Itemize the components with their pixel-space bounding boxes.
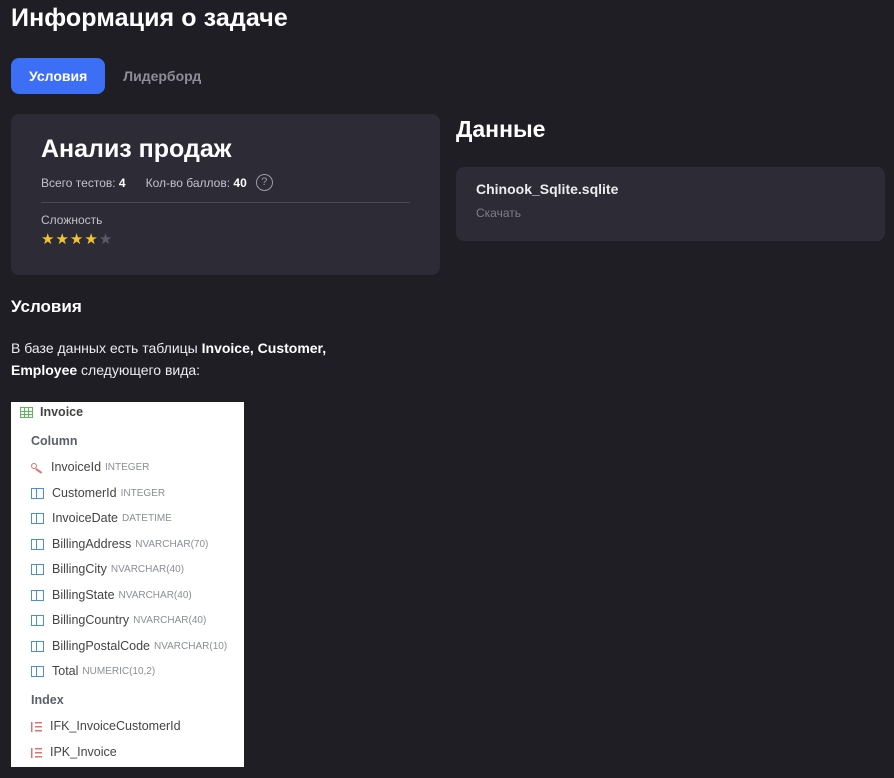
schema-table-name: Invoice xyxy=(40,405,84,419)
tests-label: Всего тестов: xyxy=(41,175,116,190)
schema-column-name: CustomerId xyxy=(52,486,117,500)
schema-column-name: BillingPostalCode xyxy=(52,639,150,653)
column-icon xyxy=(31,563,44,575)
schema-column-section: Column xyxy=(31,434,78,448)
page-title: Информация о задаче xyxy=(11,4,288,32)
schema-column-type: NVARCHAR(40) xyxy=(133,614,207,626)
difficulty-rating: ★★★★★ xyxy=(41,231,410,249)
column-icon xyxy=(31,512,44,524)
schema-column-type: NVARCHAR(40) xyxy=(118,589,192,601)
star-filled-icon: ★ xyxy=(84,231,99,248)
tab-leaderboard[interactable]: Лидерборд xyxy=(105,58,219,94)
column-icon xyxy=(31,487,44,499)
conditions-tables-2: Employee xyxy=(11,362,78,378)
schema-column-type: INTEGER xyxy=(105,461,150,473)
task-stats: Всего тестов: 4 Кол-во баллов: 40 ? xyxy=(41,174,410,191)
conditions-text: В базе данных есть таблицы Invoice, Cust… xyxy=(11,337,351,381)
index-icon xyxy=(31,746,42,758)
schema-index-row: IPK_Invoice xyxy=(31,745,117,759)
column-icon xyxy=(31,614,44,626)
help-icon[interactable]: ? xyxy=(255,174,273,191)
schema-column-type: INTEGER xyxy=(120,487,166,499)
schema-column-type: NVARCHAR(40) xyxy=(110,563,185,575)
schema-column-row: InvoiceId INTEGER xyxy=(31,460,149,474)
conditions-tables-1: Invoice, Customer, xyxy=(201,340,327,356)
key-icon xyxy=(31,462,43,472)
schema-column-type: NUMERIC(10,2) xyxy=(82,665,156,677)
tests-count: Всего тестов: 4 xyxy=(41,176,126,190)
star-empty-icon: ★ xyxy=(98,231,114,248)
schema-column-row: BillingCity NVARCHAR(40) xyxy=(31,562,184,576)
schema-column-name: InvoiceId xyxy=(51,460,102,474)
task-card: Анализ продаж Всего тестов: 4 Кол-во бал… xyxy=(11,114,440,275)
schema-column-row: BillingPostalCode NVARCHAR(10) xyxy=(31,639,227,653)
schema-column-row: CustomerId INTEGER xyxy=(31,486,165,500)
schema-column-name: BillingState xyxy=(52,588,115,602)
difficulty-label: Сложность xyxy=(41,213,103,227)
schema-column-row: Total NUMERIC(10,2) xyxy=(31,664,155,678)
divider xyxy=(41,202,410,203)
schema-column-type: DATETIME xyxy=(122,512,172,524)
column-icon xyxy=(31,665,44,677)
points-count: Кол-во баллов: 40 xyxy=(146,176,247,190)
column-icon xyxy=(31,538,44,550)
schema-table-title: Invoice xyxy=(20,405,83,419)
schema-column-type: NVARCHAR(70) xyxy=(135,538,209,550)
schema-column-row: InvoiceDate DATETIME xyxy=(31,511,172,525)
file-card: Chinook_Sqlite.sqlite Скачать xyxy=(456,167,885,241)
schema-index-name: IPK_Invoice xyxy=(50,745,117,759)
index-icon xyxy=(31,720,42,732)
schema-column-type: NVARCHAR(10) xyxy=(153,640,228,652)
file-name: Chinook_Sqlite.sqlite xyxy=(476,181,619,197)
schema-column-row: BillingState NVARCHAR(40) xyxy=(31,588,192,602)
schema-index-row: IFK_InvoiceCustomerId xyxy=(31,719,181,733)
schema-index-section: Index xyxy=(31,693,64,707)
conditions-text-after: следующего вида: xyxy=(77,362,201,378)
column-icon xyxy=(31,640,44,652)
schema-column-row: BillingAddress NVARCHAR(70) xyxy=(31,537,208,551)
schema-column-name: BillingAddress xyxy=(52,537,132,551)
conditions-heading: Условия xyxy=(11,297,82,316)
task-title: Анализ продаж xyxy=(41,135,232,163)
schema-image: Invoice Column InvoiceId INTEGER CustomerI… xyxy=(11,402,244,767)
tabs: Условия Лидерборд xyxy=(11,58,219,94)
schema-index-name: IFK_InvoiceCustomerId xyxy=(50,719,181,733)
points-label: Кол-во баллов: xyxy=(145,175,231,190)
column-icon xyxy=(31,589,44,601)
download-link[interactable]: Скачать xyxy=(476,206,865,220)
points-value: 40 xyxy=(233,175,247,190)
conditions-text-before: В базе данных есть таблицы xyxy=(11,340,202,356)
schema-column-row: BillingCountry NVARCHAR(40) xyxy=(31,613,206,627)
star-filled-icon: ★ xyxy=(69,231,85,248)
schema-column-name: InvoiceDate xyxy=(52,511,119,525)
star-filled-icon: ★ xyxy=(41,231,56,248)
data-section-title: Данные xyxy=(456,116,546,142)
schema-column-name: BillingCountry xyxy=(52,613,130,627)
star-filled-icon: ★ xyxy=(55,231,70,248)
schema-column-name: BillingCity xyxy=(52,562,107,576)
table-icon xyxy=(20,406,33,418)
tests-value: 4 xyxy=(118,175,126,190)
tab-conditions[interactable]: Условия xyxy=(11,58,106,94)
schema-column-name: Total xyxy=(52,664,79,678)
